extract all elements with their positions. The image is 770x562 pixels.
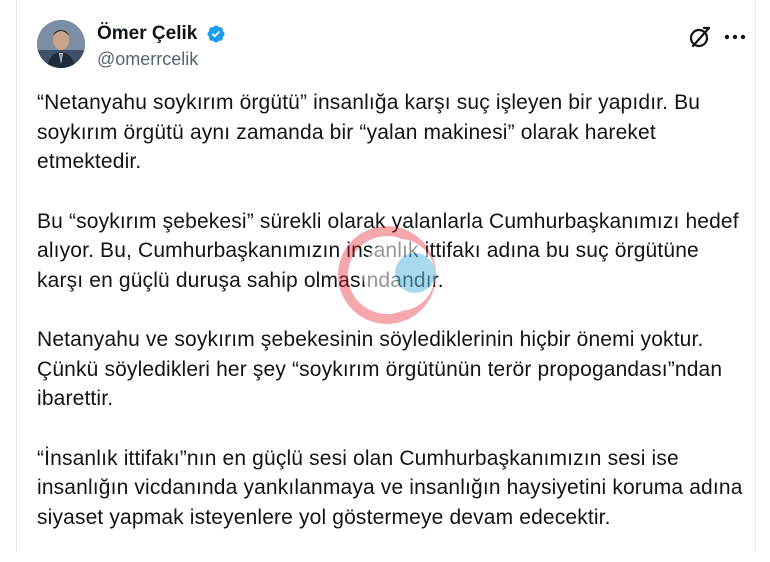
author-names: Ömer Çelik @omerrcelik: [97, 22, 226, 71]
author-handle[interactable]: @omerrcelik: [97, 47, 226, 71]
tweet-text: “Netanyahu soykırım örgütü” insanlığa ka…: [37, 88, 747, 562]
tweet-paragraph-4: “İnsanlık ittifakı”nın en güçlü sesi ola…: [37, 446, 743, 529]
tweet-card: Ömer Çelik @omerrcelik “Netanyahu soykır…: [16, 0, 756, 552]
verified-badge-icon: [206, 24, 226, 44]
tweet-paragraph-3: Netanyahu ve soykırım şebekesinin söyled…: [37, 328, 723, 410]
tweet-paragraph-1: “Netanyahu soykırım örgütü” insanlığa ka…: [37, 91, 701, 173]
avatar-portrait-icon: [37, 20, 85, 68]
avatar[interactable]: [37, 20, 85, 68]
more-options-icon[interactable]: [723, 26, 747, 48]
tweet-header: Ömer Çelik @omerrcelik: [37, 20, 746, 72]
display-name[interactable]: Ömer Çelik: [97, 22, 197, 46]
grok-icon[interactable]: [687, 24, 713, 50]
tweet-paragraph-2: Bu “soykırım şebekesi” sürekli olarak ya…: [37, 209, 739, 292]
